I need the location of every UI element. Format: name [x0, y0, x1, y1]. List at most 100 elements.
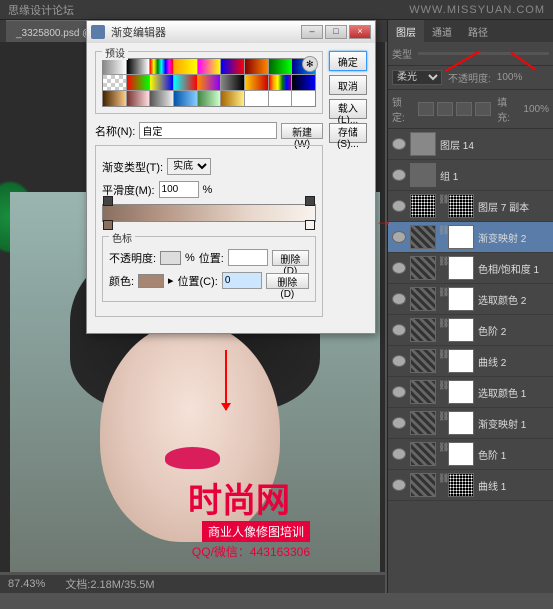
preset-swatch[interactable] — [103, 75, 126, 90]
cancel-button[interactable]: 取消 — [329, 75, 367, 95]
preset-swatch[interactable] — [269, 75, 292, 90]
preset-swatch[interactable] — [292, 91, 315, 106]
minimize-button[interactable]: – — [301, 25, 323, 39]
preset-swatch[interactable] — [198, 59, 221, 74]
layer-row[interactable]: ⛓ 色阶 2 — [388, 315, 553, 346]
preset-swatch[interactable] — [127, 91, 150, 106]
visibility-eye-icon[interactable] — [392, 138, 406, 150]
layer-thumb[interactable] — [410, 442, 436, 466]
link-icon[interactable]: ⛓ — [438, 473, 446, 485]
preset-swatch[interactable] — [221, 75, 244, 90]
layer-name[interactable]: 曲线 1 — [478, 478, 549, 493]
preset-swatch[interactable] — [292, 75, 315, 90]
opacity-box[interactable] — [160, 251, 181, 265]
layer-name[interactable]: 色相/饱和度 1 — [478, 261, 549, 276]
mask-thumb[interactable] — [448, 287, 474, 311]
layer-name[interactable]: 色阶 1 — [478, 447, 549, 462]
layer-row[interactable]: ⛓ 曲线 2 — [388, 346, 553, 377]
mask-thumb[interactable] — [448, 256, 474, 280]
layer-name[interactable]: 选取颜色 1 — [478, 385, 549, 400]
layer-name[interactable]: 色阶 2 — [478, 323, 549, 338]
gradient-bar[interactable] — [102, 204, 316, 222]
preset-swatch[interactable] — [127, 59, 150, 74]
link-icon[interactable]: ⛓ — [438, 349, 446, 361]
layer-thumb[interactable] — [410, 163, 436, 187]
mask-thumb[interactable] — [448, 318, 474, 342]
lock-all-icon[interactable] — [475, 102, 491, 116]
ok-button[interactable]: 确定 — [329, 51, 367, 71]
layer-name[interactable]: 图层 14 — [440, 137, 549, 152]
preset-swatch[interactable] — [127, 75, 150, 90]
layer-thumb[interactable] — [410, 256, 436, 280]
layer-name[interactable]: 选取颜色 2 — [478, 292, 549, 307]
pos2-input[interactable] — [222, 272, 262, 289]
blend-mode-select[interactable]: 柔光 — [392, 70, 442, 85]
link-icon[interactable]: ⛓ — [438, 194, 446, 206]
layer-row[interactable]: ⛓ 图层 7 副本 — [388, 191, 553, 222]
color-stop-right[interactable] — [305, 220, 315, 230]
smooth-input[interactable] — [159, 181, 199, 198]
layer-row[interactable]: 组 1 — [388, 160, 553, 191]
visibility-eye-icon[interactable] — [392, 200, 406, 212]
delete2-button[interactable]: 删除(D) — [266, 273, 309, 289]
layer-row[interactable]: ⛓渐变映射 2 — [388, 222, 553, 253]
new-button[interactable]: 新建(W) — [281, 123, 322, 139]
pos1-input[interactable] — [228, 249, 268, 266]
tab-layers[interactable]: 图层 — [388, 20, 424, 42]
fill-value[interactable]: 100% — [523, 104, 549, 115]
visibility-eye-icon[interactable] — [392, 324, 406, 336]
preset-swatch[interactable] — [245, 59, 268, 74]
layers-list[interactable]: 图层 14组 1⛓图层 7 副本⛓渐变映射 2⛓色相/饱和度 1⛓选取颜色 2⛓… — [388, 129, 553, 609]
preset-swatch[interactable] — [103, 59, 126, 74]
layer-thumb[interactable] — [410, 349, 436, 373]
layer-thumb[interactable] — [410, 473, 436, 497]
layer-row[interactable]: ⛓ 选取颜色 1 — [388, 377, 553, 408]
opacity-stop-left[interactable] — [103, 196, 113, 206]
layer-row[interactable]: 图层 14 — [388, 129, 553, 160]
link-icon[interactable]: ⛓ — [438, 411, 446, 423]
mask-thumb[interactable] — [448, 194, 474, 218]
preset-swatch[interactable] — [150, 91, 173, 106]
preset-swatch[interactable] — [103, 91, 126, 106]
preset-swatch[interactable] — [269, 59, 292, 74]
preset-swatch[interactable] — [150, 59, 173, 74]
layer-name[interactable]: 曲线 2 — [478, 354, 549, 369]
preset-swatch[interactable] — [269, 91, 292, 106]
layer-name[interactable]: 组 1 — [440, 168, 549, 183]
mask-thumb[interactable] — [448, 225, 474, 249]
layer-name[interactable]: 图层 7 副本 — [478, 199, 549, 214]
visibility-eye-icon[interactable] — [392, 386, 406, 398]
visibility-eye-icon[interactable] — [392, 231, 406, 243]
preset-swatch[interactable] — [174, 59, 197, 74]
layer-row[interactable]: ⛓ 选取颜色 2 — [388, 284, 553, 315]
preset-swatch[interactable] — [150, 75, 173, 90]
maximize-button[interactable]: □ — [325, 25, 347, 39]
opacity-value[interactable]: 100% — [497, 72, 523, 83]
zoom-level[interactable]: 87.43% — [8, 578, 45, 590]
link-icon[interactable]: ⛓ — [438, 318, 446, 330]
link-icon[interactable]: ⛓ — [438, 287, 446, 299]
name-input[interactable] — [139, 122, 277, 139]
link-icon[interactable]: ⛓ — [438, 256, 446, 268]
layer-thumb[interactable] — [410, 225, 436, 249]
mask-thumb[interactable] — [448, 442, 474, 466]
layer-thumb[interactable] — [410, 194, 436, 218]
layer-row[interactable]: ⛓ 曲线 1 — [388, 470, 553, 501]
link-icon[interactable]: ⛓ — [438, 442, 446, 454]
layer-thumb[interactable] — [410, 411, 436, 435]
gradtype-select[interactable]: 实底 — [167, 158, 211, 175]
layer-thumb[interactable] — [410, 132, 436, 156]
link-icon[interactable]: ⛓ — [438, 380, 446, 392]
layer-row[interactable]: ⛓ 色阶 1 — [388, 439, 553, 470]
mask-thumb[interactable] — [448, 473, 474, 497]
color-box[interactable] — [138, 274, 164, 288]
tab-channels[interactable]: 通道 — [424, 20, 460, 42]
layer-thumb[interactable] — [410, 380, 436, 404]
delete1-button[interactable]: 删除(D) — [272, 250, 309, 266]
visibility-eye-icon[interactable] — [392, 169, 406, 181]
lock-position-icon[interactable] — [456, 102, 472, 116]
preset-swatch[interactable] — [198, 91, 221, 106]
mask-thumb[interactable] — [448, 349, 474, 373]
lock-transparent-icon[interactable] — [418, 102, 434, 116]
layer-row[interactable]: ⛓渐变映射 1 — [388, 408, 553, 439]
